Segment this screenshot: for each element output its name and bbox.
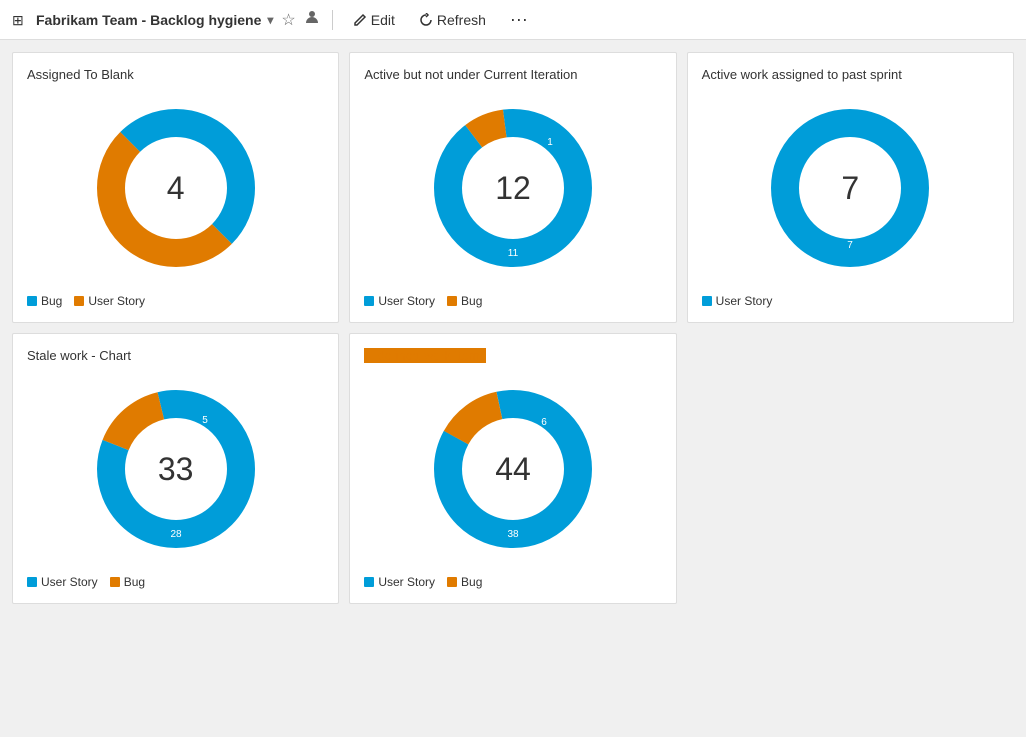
favorite-icon[interactable]: ☆: [281, 10, 295, 30]
chevron-down-icon[interactable]: ▾: [267, 13, 273, 27]
donut-chart-area: 11 1 12: [364, 98, 661, 278]
legend-item-user-story: User Story: [364, 294, 435, 308]
person-icon[interactable]: [304, 9, 320, 30]
donut-chart-area: 28 5 33: [27, 379, 324, 559]
svg-text:6: 6: [541, 417, 547, 428]
card-title: Active but not under Current Iteration: [364, 67, 577, 82]
user-story-color-swatch: [27, 577, 37, 587]
title-text: Fabrikam Team - Backlog hygiene: [36, 12, 261, 28]
legend-label-user-story: User Story: [88, 294, 145, 308]
legend-label-user-story: User Story: [41, 575, 98, 589]
legend: User Story: [702, 294, 773, 308]
legend-item-bug: Bug: [110, 575, 145, 589]
legend-item-user-story: User Story: [27, 575, 98, 589]
bug-color-swatch: [447, 296, 457, 306]
legend-item-bug: Bug: [447, 294, 482, 308]
divider: [332, 10, 333, 30]
donut-chart: 38 6 44: [423, 379, 603, 559]
bug-color-swatch: [110, 577, 120, 587]
legend-label-user-story: User Story: [378, 294, 435, 308]
user-story-color-swatch: [74, 296, 84, 306]
donut-chart-area: 7 7: [702, 98, 999, 278]
legend-item-user-story: User Story: [74, 294, 145, 308]
topbar: ⊞ Fabrikam Team - Backlog hygiene ▾ ☆ Ed…: [0, 0, 1026, 40]
page-title: Fabrikam Team - Backlog hygiene ▾: [36, 12, 273, 28]
refresh-button[interactable]: Refresh: [411, 8, 494, 32]
card-active-past-sprint: Active work assigned to past sprint 7 7 …: [687, 52, 1014, 323]
legend-label-bug: Bug: [461, 575, 482, 589]
svg-text:1: 1: [547, 137, 553, 148]
user-story-color-swatch: [702, 296, 712, 306]
card-ill-defined: Ill defined work items 38 6 44 User Stor…: [349, 333, 676, 604]
legend-item-user-story: User Story: [702, 294, 773, 308]
legend-item-user-story: User Story: [364, 575, 435, 589]
legend-label-bug: Bug: [124, 575, 145, 589]
svg-text:11: 11: [508, 248, 519, 259]
edit-button[interactable]: Edit: [345, 8, 403, 32]
card-assigned-to-blank: Assigned To Blank 2 2 4 Bug: [12, 52, 339, 323]
donut-chart: 7 7: [760, 98, 940, 278]
donut-chart-area: 38 6 44: [364, 379, 661, 559]
donut-chart: 28 5 33: [86, 379, 266, 559]
svg-text:5: 5: [202, 415, 208, 426]
card-title: Assigned To Blank: [27, 67, 134, 82]
legend: User Story Bug: [364, 575, 482, 589]
card-title: Ill defined work items: [364, 348, 485, 363]
legend-item-bug: Bug: [447, 575, 482, 589]
legend-label-bug: Bug: [461, 294, 482, 308]
card-stale-work: Stale work - Chart 28 5 33 User Story: [12, 333, 339, 604]
donut-chart-area: 2 2 4: [27, 98, 324, 278]
user-story-color-swatch: [364, 296, 374, 306]
legend: Bug User Story: [27, 294, 145, 308]
legend: User Story Bug: [364, 294, 482, 308]
legend-item-bug: Bug: [27, 294, 62, 308]
refresh-label: Refresh: [437, 12, 486, 28]
legend: User Story Bug: [27, 575, 145, 589]
more-options-button[interactable]: ···: [502, 5, 536, 34]
bug-color-swatch: [27, 296, 37, 306]
grid-icon: ⊞: [12, 12, 28, 28]
empty-cell: [687, 333, 1014, 604]
legend-label-user-story: User Story: [378, 575, 435, 589]
dashboard: Assigned To Blank 2 2 4 Bug: [0, 40, 1026, 616]
donut-chart: 11 1 12: [423, 98, 603, 278]
user-story-color-swatch: [364, 577, 374, 587]
legend-label-bug: Bug: [41, 294, 62, 308]
svg-text:38: 38: [507, 529, 519, 540]
svg-text:7: 7: [848, 240, 854, 251]
legend-label-user-story: User Story: [716, 294, 773, 308]
donut-chart: 2 2 4: [86, 98, 266, 278]
card-title: Stale work - Chart: [27, 348, 131, 363]
svg-text:28: 28: [170, 529, 182, 540]
edit-label: Edit: [371, 12, 395, 28]
card-active-not-current: Active but not under Current Iteration 1…: [349, 52, 676, 323]
card-title: Active work assigned to past sprint: [702, 67, 902, 82]
bug-color-swatch: [447, 577, 457, 587]
